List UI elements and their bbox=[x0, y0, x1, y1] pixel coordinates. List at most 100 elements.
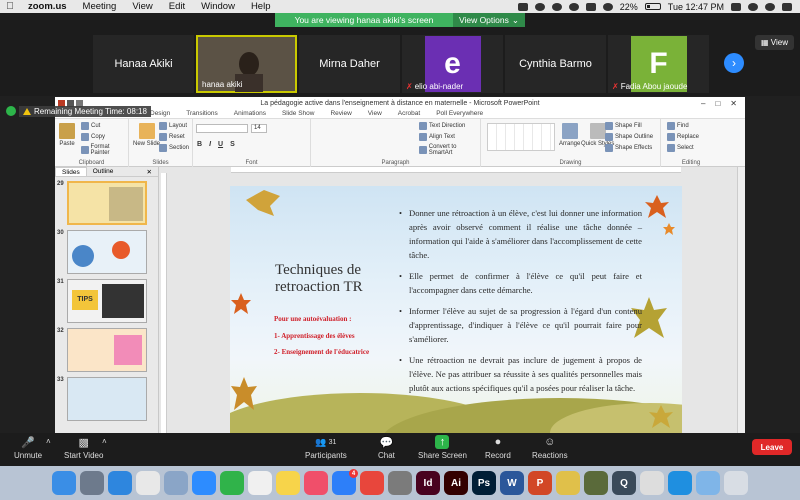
tab-review[interactable]: Review bbox=[330, 110, 351, 117]
system-preferences-icon[interactable] bbox=[388, 471, 412, 495]
shapes-gallery[interactable] bbox=[487, 123, 555, 151]
eye-tray-icon[interactable] bbox=[551, 2, 562, 11]
photos-icon[interactable] bbox=[248, 471, 272, 495]
unmute-button[interactable]: 🎤 Unmute bbox=[14, 435, 42, 461]
indesign-icon[interactable]: Id bbox=[416, 471, 440, 495]
convert-smartart-button[interactable]: Convert to SmartArt bbox=[419, 144, 480, 156]
search-icon[interactable] bbox=[748, 2, 758, 11]
bold-button[interactable]: B bbox=[197, 141, 202, 148]
find-button[interactable]: Find bbox=[667, 122, 689, 130]
paste-button[interactable]: Paste bbox=[59, 123, 75, 147]
participant-tile[interactable]: Hanaa Akiki bbox=[93, 35, 194, 93]
trash-icon[interactable] bbox=[724, 471, 748, 495]
clock[interactable]: Tue 12:47 PM bbox=[668, 2, 724, 12]
shape-fill-button[interactable]: Shape Fill bbox=[605, 122, 642, 130]
next-page-button[interactable]: › bbox=[724, 53, 744, 73]
apple-icon[interactable]:  bbox=[0, 1, 20, 12]
slide-canvas[interactable]: Techniques de retroaction TR Pour une au… bbox=[230, 186, 682, 433]
photoshop-icon[interactable]: Ps bbox=[472, 471, 496, 495]
tab-poll-everywhere[interactable]: Poll Everywhere bbox=[436, 110, 483, 117]
tab-design[interactable]: Design bbox=[150, 110, 170, 117]
align-text-button[interactable]: Align Text bbox=[419, 133, 455, 141]
view-options-button[interactable]: View Options ⌄ bbox=[452, 13, 525, 27]
view-button[interactable]: ▦ View bbox=[755, 35, 794, 50]
text-direction-button[interactable]: Text Direction bbox=[419, 122, 465, 130]
strikethrough-button[interactable]: S bbox=[230, 141, 235, 148]
underline-button[interactable]: U bbox=[218, 141, 223, 148]
shield-icon[interactable] bbox=[6, 106, 16, 116]
music-icon[interactable] bbox=[304, 471, 328, 495]
replace-button[interactable]: Replace bbox=[667, 133, 699, 141]
participant-tile[interactable]: Cynthia Barmo bbox=[505, 35, 606, 93]
app-store-icon[interactable]: 4 bbox=[332, 469, 358, 495]
battery-icon[interactable] bbox=[644, 3, 661, 10]
tab-outline[interactable]: Outline bbox=[87, 167, 120, 176]
facetime-icon[interactable] bbox=[220, 471, 244, 495]
slide-thumbnail[interactable]: 29 bbox=[57, 181, 153, 227]
preview-icon[interactable] bbox=[164, 471, 188, 495]
share-screen-button[interactable]: ↑ Share Screen bbox=[418, 435, 467, 460]
menu-meeting[interactable]: Meeting bbox=[75, 1, 125, 12]
downloads-folder-icon[interactable] bbox=[696, 471, 720, 495]
reset-button[interactable]: Reset bbox=[159, 133, 185, 141]
slide-thumbnail[interactable]: 33 bbox=[57, 377, 153, 423]
tab-transitions[interactable]: Transitions bbox=[186, 110, 218, 117]
new-slide-button[interactable]: New Slide bbox=[133, 123, 160, 147]
launchpad-icon[interactable] bbox=[80, 471, 104, 495]
wifi-icon[interactable] bbox=[602, 2, 613, 11]
format-painter-button[interactable]: Format Painter bbox=[81, 144, 128, 156]
font-name-input[interactable] bbox=[196, 124, 248, 133]
chat-button[interactable]: 💬 Chat bbox=[378, 435, 395, 461]
italic-button[interactable]: I bbox=[209, 141, 211, 148]
vertical-scrollbar[interactable] bbox=[737, 167, 745, 433]
chrome-icon[interactable] bbox=[136, 471, 160, 495]
bluetooth-icon[interactable] bbox=[585, 2, 596, 11]
cut-button[interactable]: Cut bbox=[81, 122, 100, 130]
zoom-icon[interactable] bbox=[192, 471, 216, 495]
slide-thumbnail[interactable]: 32 bbox=[57, 328, 153, 374]
participant-tile-video[interactable]: hanaa akiki bbox=[196, 35, 297, 93]
slide-thumbnail[interactable]: 30 bbox=[57, 230, 153, 276]
slide-title[interactable]: Techniques de retroaction TR bbox=[275, 262, 405, 296]
close-panel-icon[interactable]: ✕ bbox=[141, 167, 158, 176]
record-button[interactable]: ● Record bbox=[485, 435, 511, 460]
zoom-tray-icon[interactable] bbox=[517, 2, 528, 11]
anydesk-icon[interactable] bbox=[360, 471, 384, 495]
slide-thumbnail[interactable]: 31 TIPS bbox=[57, 279, 153, 325]
tab-view[interactable]: View bbox=[368, 110, 382, 117]
tab-slide-show[interactable]: Slide Show bbox=[282, 110, 315, 117]
quicktime-icon[interactable]: Q bbox=[612, 471, 636, 495]
arrange-button[interactable]: Arrange bbox=[559, 123, 580, 147]
messenger-tray-icon[interactable] bbox=[534, 2, 545, 11]
word-icon[interactable]: W bbox=[500, 471, 524, 495]
tab-acrobat[interactable]: Acrobat bbox=[398, 110, 420, 117]
powerpoint-icon[interactable]: P bbox=[528, 471, 552, 495]
safari-icon[interactable] bbox=[108, 471, 132, 495]
font-size-input[interactable]: 14 bbox=[251, 124, 267, 133]
participants-button[interactable]: 👥 31 Participants bbox=[305, 435, 347, 461]
menu-window[interactable]: Window bbox=[193, 1, 243, 12]
shape-effects-button[interactable]: Shape Effects bbox=[605, 144, 652, 152]
menu-edit[interactable]: Edit bbox=[161, 1, 193, 12]
grapher-icon[interactable] bbox=[640, 471, 664, 495]
participant-tile[interactable]: F ✗ Fadia Abou jaoude bbox=[608, 35, 709, 93]
tab-animations[interactable]: Animations bbox=[234, 110, 266, 117]
shape-outline-button[interactable]: Shape Outline bbox=[605, 133, 653, 141]
circle-tray-icon[interactable] bbox=[568, 2, 579, 11]
copy-button[interactable]: Copy bbox=[81, 133, 105, 141]
participant-tile[interactable]: e ✗ elio abi-nader bbox=[402, 35, 503, 93]
control-center-icon[interactable] bbox=[782, 2, 792, 11]
notes-icon[interactable] bbox=[276, 471, 300, 495]
select-button[interactable]: Select bbox=[667, 144, 694, 152]
tab-slides[interactable]: Slides bbox=[55, 167, 87, 176]
accessibility-icon[interactable] bbox=[668, 471, 692, 495]
menu-view[interactable]: View bbox=[124, 1, 160, 12]
menu-app[interactable]: zoom.us bbox=[20, 1, 75, 12]
section-button[interactable]: Section bbox=[159, 144, 189, 152]
illustrator-icon[interactable]: Ai bbox=[444, 471, 468, 495]
reactions-button[interactable]: ☺ Reactions bbox=[532, 435, 568, 460]
chevron-up-icon[interactable]: ˄ bbox=[102, 437, 107, 446]
sketchbook-icon[interactable] bbox=[556, 471, 580, 495]
user-tray-icon[interactable] bbox=[731, 2, 741, 11]
game-icon[interactable] bbox=[584, 471, 608, 495]
